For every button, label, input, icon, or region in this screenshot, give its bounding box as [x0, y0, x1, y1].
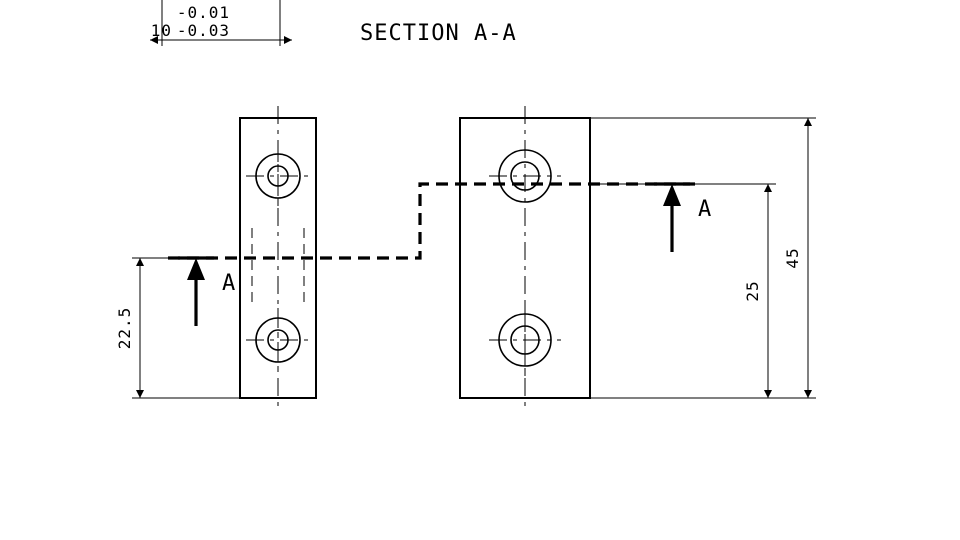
section-label-left: A [222, 271, 236, 296]
dim-right-inner: 25 [590, 184, 776, 398]
dim-right-outer-value: 45 [783, 247, 802, 268]
section-title: SECTION A-A [360, 21, 517, 46]
tol-nominal: 10 [151, 21, 172, 40]
section-label-right: A [698, 197, 712, 222]
tol-upper: -0.01 [177, 3, 230, 22]
section-line: A A [168, 184, 712, 326]
dim-right-inner-value: 25 [743, 280, 762, 301]
dim-right-outer: 45 [590, 118, 816, 398]
tol-lower: -0.03 [177, 21, 230, 40]
right-block [460, 106, 590, 410]
dim-left-value: 22.5 [115, 307, 134, 350]
top-tolerance-dim: -0.01 -0.03 10 [150, 0, 292, 46]
